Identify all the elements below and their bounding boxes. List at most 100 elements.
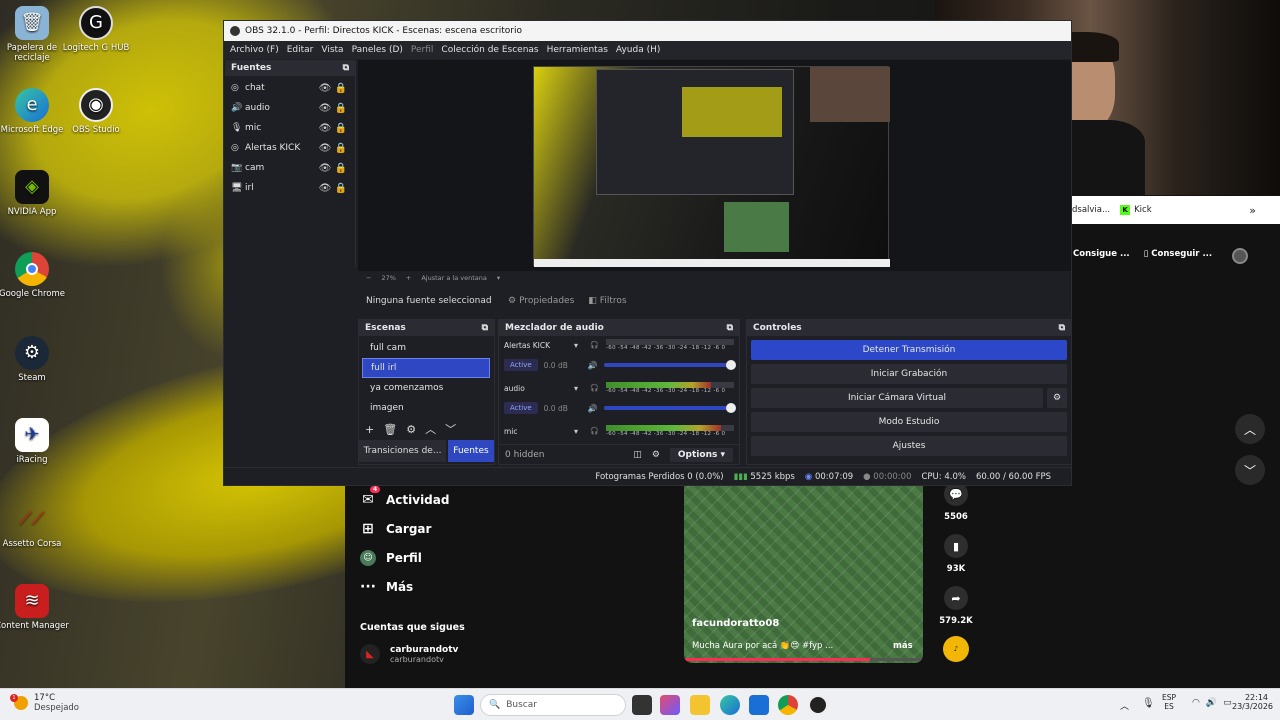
shares-stat[interactable]: ➦ 579.2K [936,586,976,626]
video-more-link[interactable]: más [893,641,913,651]
desktop-icon-chrome[interactable]: Google Chrome [0,252,72,299]
desktop-icon-logitech[interactable]: G Logitech G HUB [56,6,136,53]
source-item[interactable]: 📷 cam 👁 🔒 [225,158,355,178]
options-dropdown[interactable]: Options ▾ [669,447,733,462]
active-toggle[interactable]: Active [504,359,538,371]
video-player[interactable]: facundoratto08 Mucha Aura por acá 👏😍 #fy… [684,486,923,663]
copilot-icon[interactable] [660,695,680,715]
studio-mode-button[interactable]: Modo Estudio [751,412,1067,432]
settings-button[interactable]: Ajustes [751,436,1067,456]
music-disc-icon[interactable]: ♪ [943,636,969,662]
source-item[interactable]: ◎ chat 👁 🔒 [225,78,355,98]
eye-icon[interactable]: 👁 [317,103,333,114]
search-box[interactable]: 🔍 Buscar [480,694,626,716]
file-explorer-icon[interactable] [690,695,710,715]
lock-icon[interactable]: 🔒 [333,83,349,94]
active-toggle[interactable]: Active [504,402,538,414]
scene-item[interactable]: ya comenzamos [362,378,490,398]
saves-stat[interactable]: ▮ 93K [936,534,976,574]
scroll-down-button[interactable]: ﹀ [1235,455,1265,485]
speaker-icon[interactable]: 🔊 [588,361,598,370]
source-item[interactable]: 🎙 mic 👁 🔒 [225,118,355,138]
undock-icon[interactable]: ⧉ [343,63,349,73]
gear-icon[interactable]: ⚙ [406,423,416,436]
menu-scene-collection[interactable]: Colección de Escenas [437,45,542,55]
undock-icon[interactable]: ⧉ [482,323,488,333]
store-icon[interactable] [749,695,769,715]
lock-icon[interactable]: 🔒 [333,143,349,154]
properties-button[interactable]: ⚙ Propiedades [508,296,574,306]
filters-button[interactable]: ◧ Filtros [588,296,626,306]
stop-streaming-button[interactable]: Detener Transmisión [751,340,1067,360]
bookmark-kick[interactable]: K Kick [1120,205,1152,215]
source-item[interactable]: ◎ Alertas KICK 👁 🔒 [225,138,355,158]
desktop-icon-nvidia[interactable]: ◈ NVIDIA App [0,170,72,217]
mic-tray-icon[interactable]: 🎙 [1142,698,1155,709]
start-button[interactable] [454,695,474,715]
comments-stat[interactable]: 💬 5506 [936,482,976,522]
eye-icon[interactable]: 👁 [317,83,333,94]
lock-icon[interactable]: 🔒 [333,103,349,114]
virtual-camera-settings-button[interactable]: ⚙ [1047,388,1067,408]
menu-docks[interactable]: Paneles (D) [348,45,407,55]
eye-icon[interactable]: 👁 [317,123,333,134]
avatar[interactable] [1232,248,1248,264]
headphones-icon[interactable]: 🎧 [590,427,602,435]
start-virtual-camera-button[interactable]: Iniciar Cámara Virtual [751,388,1043,408]
following-account[interactable]: ◣ carburandotv carburandotv [360,644,458,664]
chevron-down-icon[interactable]: ﹀ [445,421,456,437]
chrome-icon[interactable] [778,695,798,715]
weather-widget[interactable]: 1 17°C Despejado [10,693,79,713]
task-view-icon[interactable] [632,695,652,715]
undock-icon[interactable]: ⧉ [1059,323,1065,333]
source-item[interactable]: 🔊 audio 👁 🔒 [225,98,355,118]
bookmark-partial[interactable]: dsalvia... [1072,205,1110,215]
add-icon[interactable]: + [365,423,374,436]
menu-file[interactable]: Archivo (F) [226,45,283,55]
nav-item-activity[interactable]: ✉ 4 Actividad [360,486,449,508]
preview-canvas[interactable] [533,66,890,267]
zoom-dropdown-icon[interactable]: ▾ [497,274,500,282]
language-indicator[interactable]: ESP ES [1162,693,1176,711]
obs-icon[interactable] [808,695,828,715]
trash-icon[interactable]: 🗑 [383,423,397,436]
menu-tools[interactable]: Herramientas [543,45,612,55]
channel-menu-icon[interactable]: ▾ [574,427,586,436]
system-tray[interactable]: ◠ 🔊 ▭ [1192,698,1232,708]
lock-icon[interactable]: 🔒 [333,163,349,174]
eye-icon[interactable]: 👁 [317,143,333,154]
desktop-icon-obs[interactable]: ◉ OBS Studio [56,88,136,135]
undock-icon[interactable]: ⧉ [727,323,733,333]
desktop-icon-content-manager[interactable]: ≋ Content Manager [0,584,72,631]
zoom-out-icon[interactable]: − [366,274,371,282]
nav-item-upload[interactable]: ⊞ Cargar [360,521,431,537]
video-author[interactable]: facundoratto08 [692,618,779,629]
tray-overflow-icon[interactable]: ︿ [1120,699,1129,712]
nav-item-more[interactable]: ··· Más [360,579,413,595]
menu-view[interactable]: Vista [317,45,347,55]
volume-slider[interactable] [603,360,736,370]
source-item[interactable]: 🖥 irl 👁 🔒 [225,178,355,198]
advanced-audio-icon[interactable]: ⚙ [652,450,660,460]
headphones-icon[interactable]: 🎧 [590,384,602,392]
menu-edit[interactable]: Editar [283,45,318,55]
tab-transitions[interactable]: Transiciones de... [359,440,446,462]
desktop-icon-iracing[interactable]: ✈ iRacing [0,418,72,465]
chevron-up-icon[interactable]: ︿ [425,421,436,437]
eye-icon[interactable]: 👁 [317,183,333,194]
menu-help[interactable]: Ayuda (H) [612,45,664,55]
clock[interactable]: 22:14 23/3/2026 [1232,693,1273,711]
get-coins-button-1[interactable]: Consigue ... [1073,249,1130,259]
edge-icon[interactable] [720,695,740,715]
layout-icon[interactable]: ◫ [633,450,642,460]
scene-item[interactable]: full cam [362,338,490,358]
start-recording-button[interactable]: Iniciar Grabación [751,364,1067,384]
bookmarks-overflow-icon[interactable]: » [1249,204,1256,217]
menu-profile[interactable]: Perfil [407,45,438,55]
scene-item-selected[interactable]: full irl [362,358,490,378]
nav-item-profile[interactable]: ☺ Perfil [360,550,422,566]
lock-icon[interactable]: 🔒 [333,123,349,134]
desktop-icon-assetto[interactable]: ⟋⟋ Assetto Corsa [0,502,72,550]
speaker-icon[interactable]: 🔊 [588,404,598,413]
obs-title-bar[interactable]: OBS 32.1.0 - Perfil: Directos KICK - Esc… [224,21,1071,41]
